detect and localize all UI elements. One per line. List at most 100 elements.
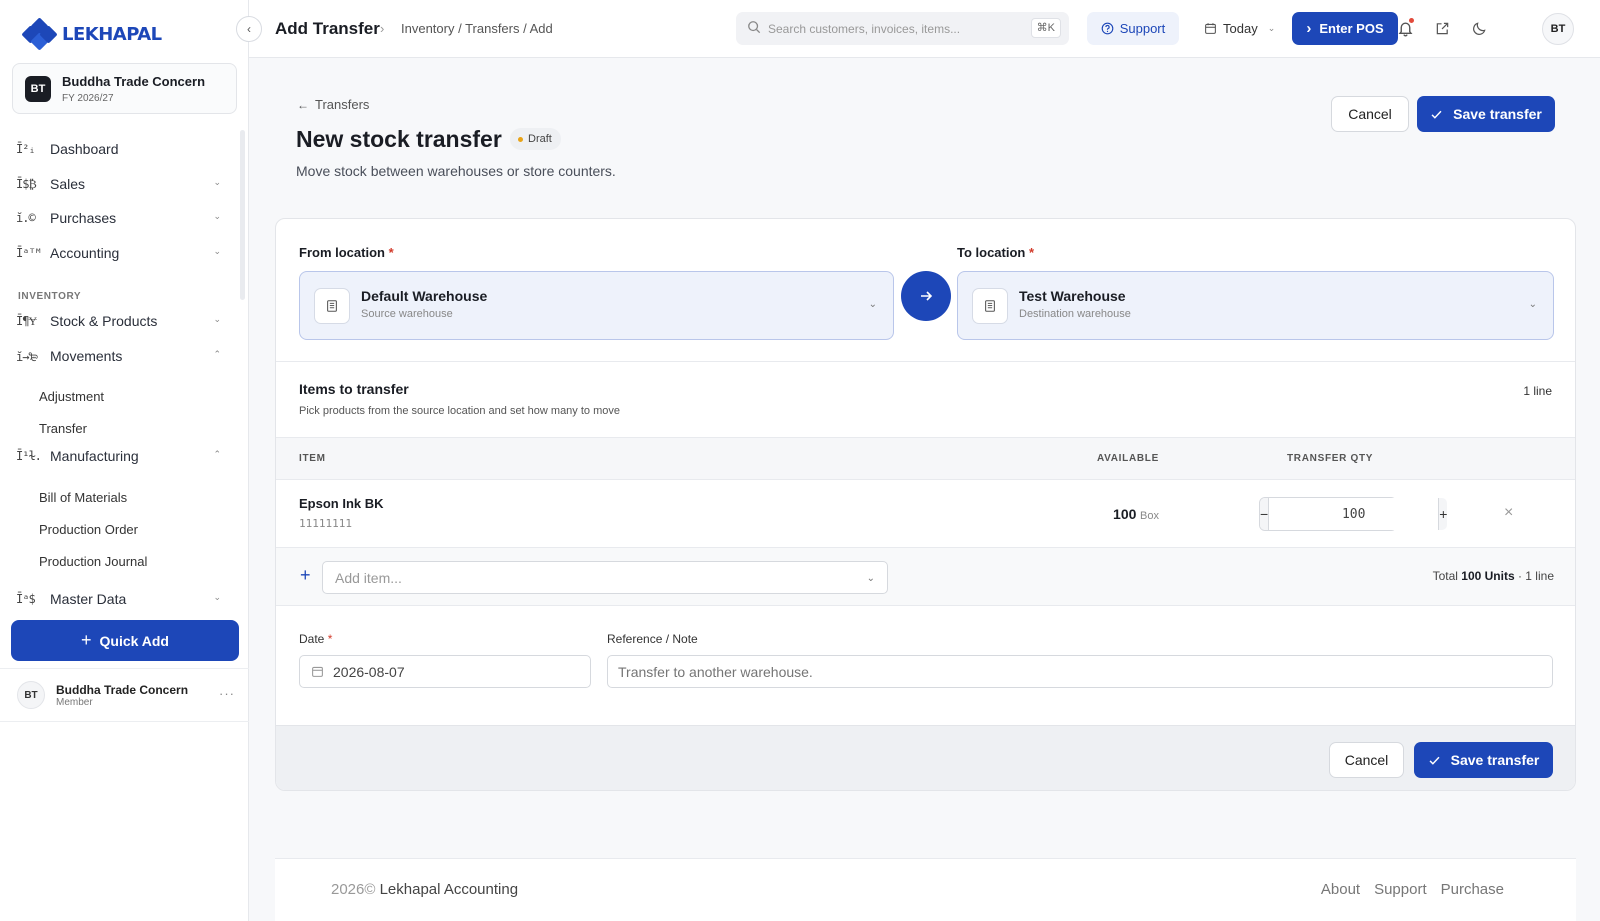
chevron-right-icon: ›: [380, 21, 385, 36]
search-input[interactable]: [768, 19, 1018, 39]
item-sku: 11111111: [299, 517, 352, 530]
to-location-select[interactable]: Test Warehouse Destination warehouse ⌄: [957, 271, 1554, 340]
fiscal-year: FY 2026/27: [62, 93, 114, 104]
today-label: Today: [1223, 21, 1258, 36]
page-heading: New stock transfer: [296, 126, 502, 152]
date-field[interactable]: [299, 655, 591, 688]
sidebar-item-dashboard[interactable]: Ī²ᵢ Dashboard: [16, 137, 221, 161]
column-header-qty: TRANSFER QTY: [1287, 453, 1374, 464]
add-item-select[interactable]: Add item... ⌄: [322, 561, 888, 594]
sidebar-item-accounting[interactable]: Īᵃᵀᴹ Accounting ⌄: [16, 241, 221, 265]
user-name: Buddha Trade Concern: [56, 683, 189, 697]
transfer-totals: Total 100 Units · 1 line: [1433, 569, 1554, 583]
total-suffix: · 1 line: [1517, 569, 1554, 583]
required-mark: *: [388, 245, 394, 260]
date-input[interactable]: [333, 656, 583, 687]
calendar-icon: [1205, 23, 1216, 34]
card-footer: Cancel Save transfer: [276, 725, 1575, 790]
save-transfer-button[interactable]: Save transfer: [1417, 96, 1555, 132]
movements-icon: ĭ→₻: [16, 349, 38, 364]
notifications-button[interactable]: [1395, 18, 1415, 38]
enter-pos-button[interactable]: › Enter POS: [1292, 12, 1398, 45]
chevron-up-icon: ⌃: [213, 449, 221, 459]
more-horizontal-icon[interactable]: ···: [219, 686, 235, 701]
support-label: Support: [1119, 21, 1166, 36]
sidebar-item-sales[interactable]: Ī$₿ Sales ⌄: [16, 172, 221, 196]
chevron-down-icon: ⌄: [1267, 23, 1276, 33]
nav-section-inventory: INVENTORY: [18, 291, 82, 302]
quick-add-label: Quick Add: [99, 632, 170, 649]
remove-item-button[interactable]: ×: [1504, 504, 1513, 522]
help-circle-icon: [1101, 22, 1114, 35]
reference-note-input[interactable]: [607, 655, 1553, 688]
column-header-available: AVAILABLE: [1096, 453, 1159, 464]
warehouse-icon: [972, 288, 1008, 324]
arrow-left-icon: ←: [297, 97, 309, 112]
plus-icon[interactable]: +: [300, 565, 311, 586]
status-badge: Draft: [510, 128, 561, 150]
date-label-text: Date: [299, 632, 325, 646]
sidebar-subitem-transfer[interactable]: Transfer: [39, 421, 87, 436]
quick-add-button[interactable]: + Quick Add: [11, 620, 239, 661]
footer-link-purchase[interactable]: Purchase: [1441, 881, 1504, 898]
save-transfer-button[interactable]: Save transfer: [1414, 742, 1553, 778]
breadcrumb[interactable]: Inventory / Transfers / Add: [401, 21, 553, 36]
minus-icon: −: [1260, 506, 1269, 522]
brand-logo[interactable]: LEKHAPAL: [21, 17, 162, 51]
sidebar-item-label: Manufacturing: [50, 448, 139, 464]
increment-button[interactable]: +: [1439, 498, 1448, 530]
chevron-up-icon: ⌃: [213, 349, 221, 359]
from-location-select[interactable]: Default Warehouse Source warehouse ⌄: [299, 271, 894, 340]
sidebar-scrollbar[interactable]: [240, 130, 245, 300]
decrement-button[interactable]: −: [1260, 498, 1269, 530]
quantity-input[interactable]: [1268, 498, 1440, 530]
org-switcher[interactable]: BT Buddha Trade Concern FY 2026/27: [12, 63, 237, 114]
chevron-left-icon: ‹: [247, 22, 251, 36]
available-unit: Box: [1140, 510, 1159, 522]
global-search[interactable]: ⌘K: [736, 12, 1069, 45]
date-range-picker[interactable]: Today ⌄: [1204, 12, 1286, 45]
cancel-button[interactable]: Cancel: [1329, 742, 1404, 778]
user-menu[interactable]: BT Buddha Trade Concern Member ···: [0, 668, 249, 722]
items-table-header: ITEM AVAILABLE TRANSFER QTY: [276, 437, 1575, 480]
org-name: Buddha Trade Concern: [62, 74, 206, 89]
sidebar-item-manufacturing[interactable]: Ī¹ɫ. Manufacturing ⌃: [16, 444, 221, 468]
open-external-button[interactable]: [1432, 18, 1452, 38]
purchases-icon: ĭ.©: [16, 211, 36, 225]
sidebar-collapse-button[interactable]: ‹: [236, 16, 262, 42]
logo-mark-icon: [21, 17, 58, 51]
sidebar-subitem-production-journal[interactable]: Production Journal: [39, 554, 147, 569]
items-section-title: Items to transfer: [299, 381, 409, 397]
arrow-right-icon: [921, 291, 933, 301]
chevron-down-icon: ⌄: [213, 592, 221, 602]
sidebar-subitem-adjustment[interactable]: Adjustment: [39, 389, 104, 404]
chevron-down-icon: ⌄: [866, 573, 875, 584]
to-location-label-text: To location: [957, 245, 1026, 260]
to-location-sub: Destination warehouse: [1019, 308, 1131, 320]
save-label: Save transfer: [1450, 752, 1540, 768]
support-button[interactable]: Support: [1087, 12, 1179, 45]
footer-link-support[interactable]: Support: [1374, 881, 1427, 898]
sidebar-subitem-production-order[interactable]: Production Order: [39, 522, 138, 537]
from-location-label: From location *: [299, 245, 394, 260]
footer-link-about[interactable]: About: [1321, 881, 1360, 898]
sidebar-item-purchases[interactable]: ĭ.© Purchases ⌄: [16, 206, 221, 230]
sidebar-subitem-bom[interactable]: Bill of Materials: [39, 490, 127, 505]
transfer-direction-button[interactable]: [901, 271, 951, 321]
sidebar-item-movements[interactable]: ĭ→₻ Movements ⌃: [16, 344, 221, 368]
cancel-button[interactable]: Cancel: [1331, 96, 1409, 132]
check-icon: [1431, 110, 1442, 119]
sidebar-item-master-data[interactable]: Īᵃ$ Master Data ⌄: [16, 587, 221, 611]
avatar[interactable]: BT: [1542, 13, 1574, 45]
chevron-right-icon: ›: [1306, 20, 1312, 37]
items-section-subtitle: Pick products from the source location a…: [299, 405, 620, 417]
moon-icon: [1472, 21, 1486, 35]
theme-toggle[interactable]: [1469, 18, 1489, 38]
back-label: Transfers: [315, 97, 370, 112]
from-location-sub: Source warehouse: [361, 308, 453, 320]
sidebar-item-stock-products[interactable]: Ī¶Ɏ Stock & Products ⌄: [16, 309, 221, 333]
add-item-row: + Add item... ⌄ Total 100 Units · 1 line: [276, 548, 1575, 606]
back-to-transfers-link[interactable]: ← Transfers: [297, 97, 369, 112]
search-shortcut: ⌘K: [1030, 18, 1061, 38]
save-label: Save transfer: [1453, 106, 1542, 122]
